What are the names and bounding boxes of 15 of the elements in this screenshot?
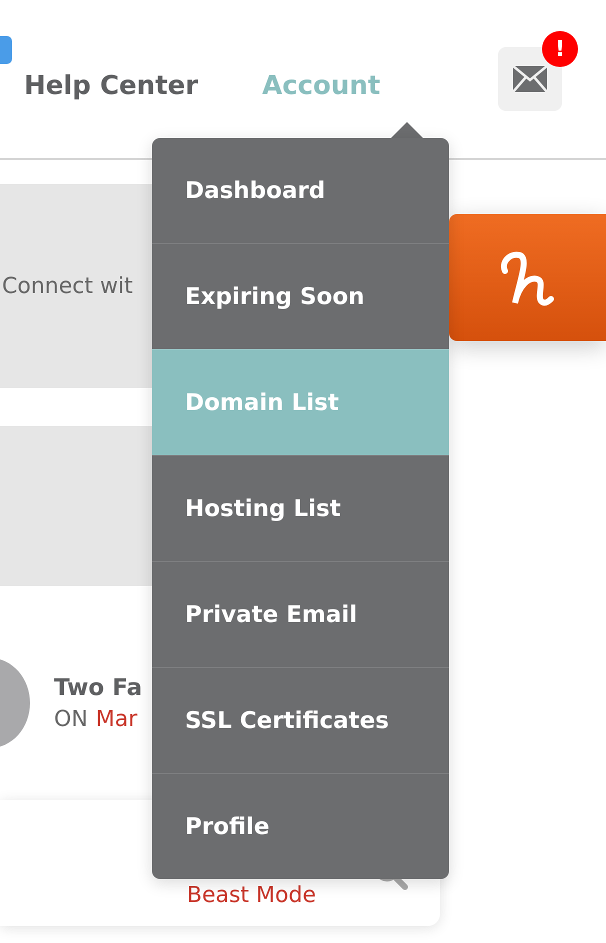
nav-link[interactable]: Help Center: [24, 71, 198, 101]
connect-text: Connect wit: [2, 274, 133, 298]
menu-item[interactable]: SSL Certificates: [152, 667, 449, 773]
script-logo-icon: [499, 248, 556, 306]
menu-item[interactable]: Hosting List: [152, 455, 449, 561]
menu-item[interactable]: Private Email: [152, 561, 449, 667]
manage-link[interactable]: Mar: [96, 706, 138, 732]
two-factor-title: Two Fa: [54, 674, 142, 700]
beast-mode-link[interactable]: Beast Mode: [186, 882, 316, 908]
logo-tile[interactable]: [449, 214, 606, 341]
menu-item[interactable]: Dashboard: [152, 138, 449, 243]
status-text: ON: [54, 706, 88, 732]
alert-badge: !: [542, 31, 578, 67]
envelope-icon: [512, 65, 548, 93]
menu-item[interactable]: Profile: [152, 773, 449, 879]
